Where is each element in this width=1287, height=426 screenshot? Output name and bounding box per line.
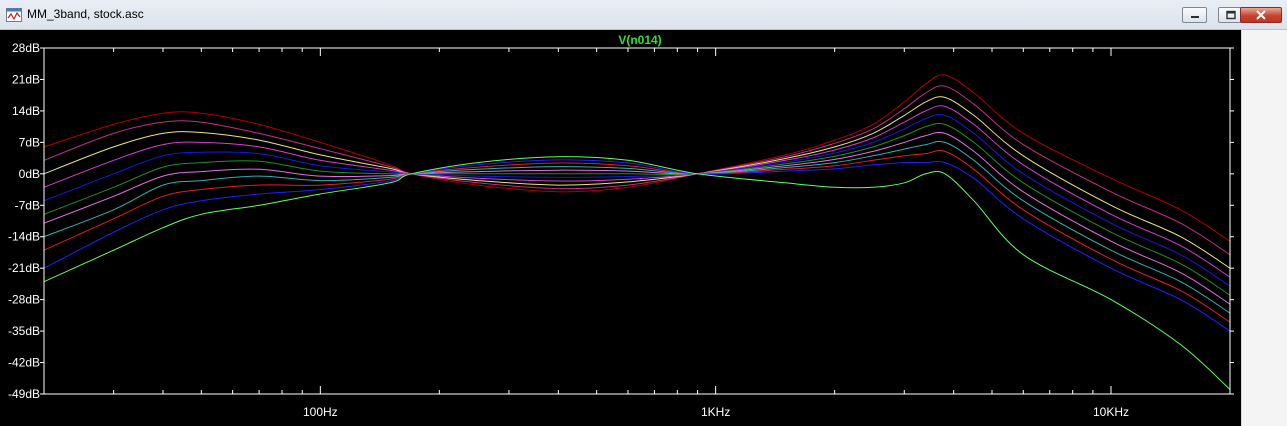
axis-layer: 28dB 21dB 14dB 7dB 0dB -7dB -14dB -21dB -28dB -35… bbox=[8, 41, 1234, 419]
y-tick-label: -35dB bbox=[8, 324, 40, 338]
y-tick-label: -49dB bbox=[8, 387, 40, 401]
y-tick-label: -21dB bbox=[8, 261, 40, 275]
close-button[interactable] bbox=[1240, 7, 1282, 23]
x-tick-label: 100Hz bbox=[303, 405, 338, 419]
bode-plot[interactable]: 28dB 21dB 14dB 7dB 0dB -7dB -14dB -21dB -28dB -35… bbox=[0, 30, 1287, 426]
y-tick-label: -42dB bbox=[8, 356, 40, 370]
y-tick-label: -28dB bbox=[8, 293, 40, 307]
close-icon bbox=[1256, 10, 1266, 20]
y-tick-label: 7dB bbox=[19, 135, 40, 149]
y-tick-label: -7dB bbox=[15, 198, 40, 212]
window-titlebar: MM_3band, stock.asc bbox=[0, 0, 1287, 30]
plot-area[interactable]: 28dB 21dB 14dB 7dB 0dB -7dB -14dB -21dB -28dB -35… bbox=[0, 30, 1287, 426]
x-tick-label: 10KHz bbox=[1093, 405, 1129, 419]
minimize-icon bbox=[1191, 16, 1199, 18]
trace-title[interactable]: V(n014) bbox=[618, 33, 661, 47]
y-tick-label: 14dB bbox=[12, 104, 40, 118]
y-tick-label: 21dB bbox=[12, 72, 40, 86]
y-tick-label: -14dB bbox=[8, 230, 40, 244]
window-right-border bbox=[1241, 30, 1287, 426]
series-line-1[interactable] bbox=[43, 74, 1231, 242]
plot-border bbox=[43, 47, 1231, 395]
x-tick-label: 1KHz bbox=[701, 405, 730, 419]
waveform-window-icon[interactable] bbox=[6, 8, 22, 22]
window-title: MM_3band, stock.asc bbox=[27, 7, 144, 21]
minimize-button[interactable] bbox=[1182, 7, 1207, 23]
series-layer bbox=[43, 74, 1231, 390]
y-tick-label: 28dB bbox=[12, 41, 40, 55]
maximize-icon bbox=[1226, 10, 1236, 20]
y-tick-label: 0dB bbox=[19, 167, 40, 181]
